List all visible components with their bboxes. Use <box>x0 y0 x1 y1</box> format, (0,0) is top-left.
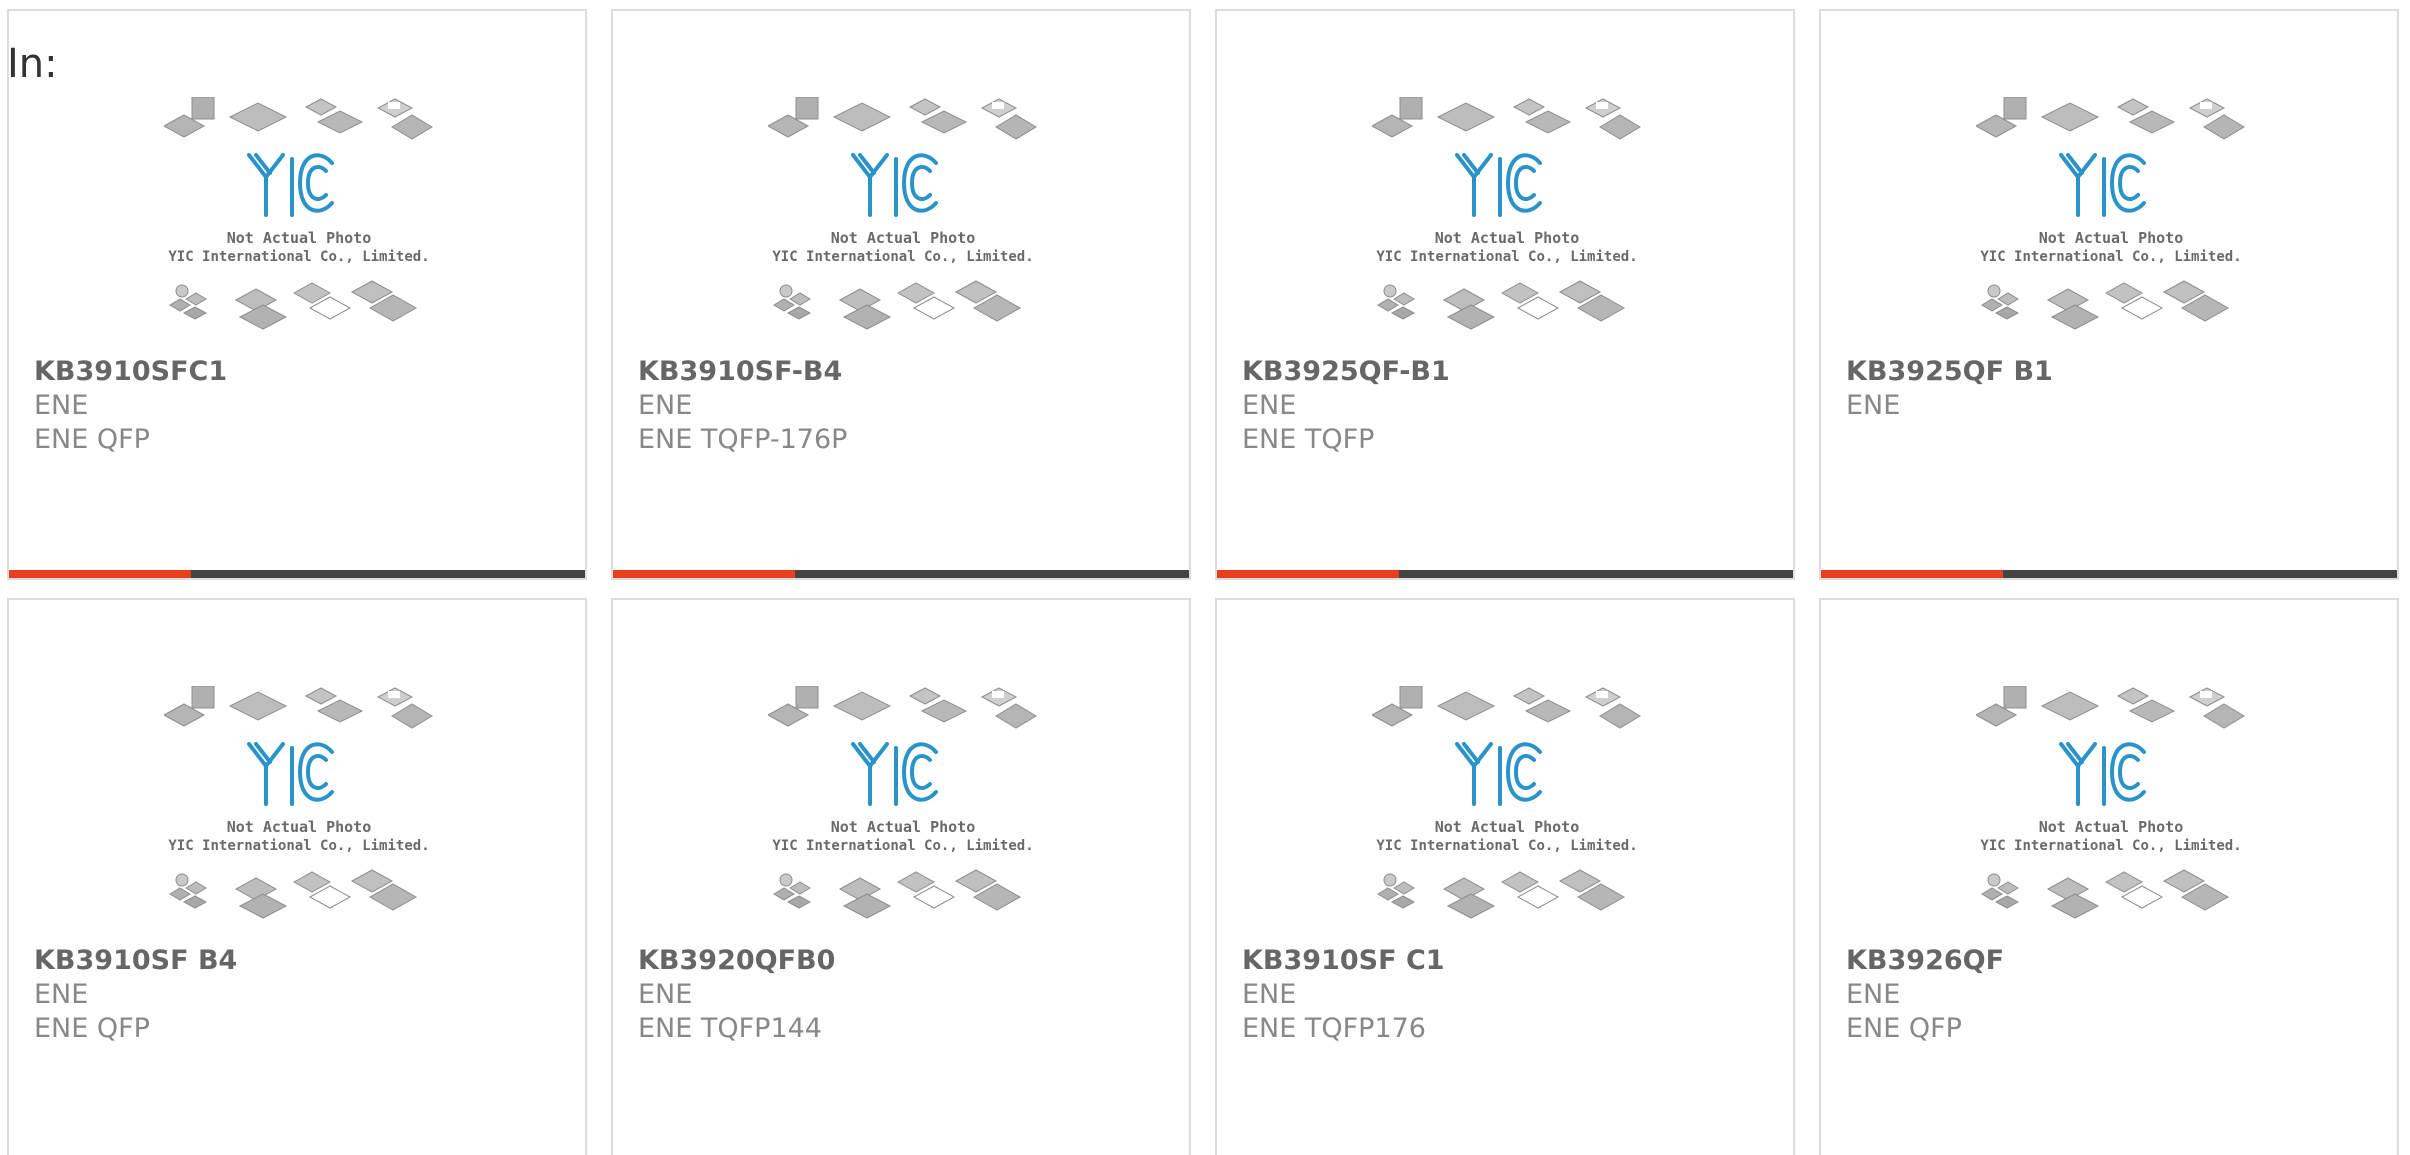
package-type: ENE TQFP176 <box>1242 1013 1426 1044</box>
product-image[interactable]: Not Actual Photo YIC International Co., … <box>768 686 1038 936</box>
brand-name: ENE <box>638 390 693 421</box>
yic-logo <box>1455 153 1542 217</box>
placeholder-caption-line2: YIC International Co., Limited. <box>772 249 1033 265</box>
product-image[interactable]: Not Actual Photo YIC International Co., … <box>164 686 434 936</box>
chip-packages-bottom <box>169 280 418 330</box>
yic-logo <box>1455 742 1542 806</box>
placeholder-caption-line2: YIC International Co., Limited. <box>168 249 429 265</box>
yic-logo <box>2059 742 2146 806</box>
placeholder-caption-line1: Not Actual Photo <box>227 818 372 836</box>
part-number[interactable]: KB3910SF B4 <box>34 944 237 978</box>
brand-name: ENE <box>1242 979 1297 1010</box>
chip-packages-top <box>164 686 433 729</box>
placeholder-caption-line2: YIC International Co., Limited. <box>1376 249 1637 265</box>
product-listing-page: In: Not Actual Photo YIC International C… <box>0 0 2410 1155</box>
part-number[interactable]: KB3910SF-B4 <box>638 355 842 389</box>
brand-name: ENE <box>1846 390 1901 421</box>
chip-packages-top <box>164 97 433 140</box>
card-bar-accent <box>1217 570 1399 578</box>
brand-name: ENE <box>1242 390 1297 421</box>
product-image[interactable]: Not Actual Photo YIC International Co., … <box>1372 686 1642 936</box>
chip-packages-top <box>768 97 1037 140</box>
product-card[interactable]: Not Actual Photo YIC International Co., … <box>7 9 587 580</box>
package-type: ENE QFP <box>34 424 150 455</box>
part-number[interactable]: KB3920QFB0 <box>638 944 835 978</box>
yic-logo <box>247 742 334 806</box>
product-image[interactable]: Not Actual Photo YIC International Co., … <box>768 97 1038 347</box>
product-card[interactable]: Not Actual Photo YIC International Co., … <box>611 9 1191 580</box>
chip-packages-top <box>768 686 1037 729</box>
placeholder-caption-line1: Not Actual Photo <box>1435 818 1580 836</box>
part-number[interactable]: KB3925QF B1 <box>1846 355 2053 389</box>
part-number[interactable]: KB3910SFC1 <box>34 355 227 389</box>
product-card[interactable]: Not Actual Photo YIC International Co., … <box>1215 598 1795 1155</box>
card-bottom-bar <box>9 570 585 578</box>
card-bar-accent <box>613 570 795 578</box>
chip-packages-bottom <box>1377 280 1626 330</box>
product-image[interactable]: Not Actual Photo YIC International Co., … <box>1372 97 1642 347</box>
in-label: In: <box>7 41 58 87</box>
placeholder-caption-line2: YIC International Co., Limited. <box>772 838 1033 854</box>
card-bottom-bar <box>613 570 1189 578</box>
chip-packages-top <box>1372 686 1641 729</box>
product-grid: Not Actual Photo YIC International Co., … <box>7 9 2399 1155</box>
package-type: ENE QFP <box>34 1013 150 1044</box>
part-number[interactable]: KB3926QF <box>1846 944 2004 978</box>
placeholder-caption-line1: Not Actual Photo <box>2039 229 2184 247</box>
product-image[interactable]: Not Actual Photo YIC International Co., … <box>1976 686 2246 936</box>
chip-packages-bottom <box>773 869 1022 919</box>
brand-name: ENE <box>1846 979 1901 1010</box>
placeholder-caption-line1: Not Actual Photo <box>831 818 976 836</box>
package-type: ENE TQFP <box>1242 424 1375 455</box>
placeholder-caption-line1: Not Actual Photo <box>2039 818 2184 836</box>
chip-packages-bottom <box>1377 869 1626 919</box>
product-image[interactable]: Not Actual Photo YIC International Co., … <box>1976 97 2246 347</box>
chip-packages-bottom <box>1981 869 2230 919</box>
chip-packages-bottom <box>773 280 1022 330</box>
placeholder-caption-line1: Not Actual Photo <box>1435 229 1580 247</box>
yic-logo <box>2059 153 2146 217</box>
package-type: ENE TQFP144 <box>638 1013 822 1044</box>
yic-logo <box>851 742 938 806</box>
chip-packages-top <box>1976 686 2245 729</box>
card-bottom-bar <box>1821 570 2397 578</box>
part-number[interactable]: KB3925QF-B1 <box>1242 355 1450 389</box>
placeholder-caption-line2: YIC International Co., Limited. <box>1980 249 2241 265</box>
brand-name: ENE <box>34 979 89 1010</box>
chip-packages-bottom <box>1981 280 2230 330</box>
card-bar-accent <box>1821 570 2003 578</box>
package-type: ENE TQFP-176P <box>638 424 848 455</box>
product-card[interactable]: Not Actual Photo YIC International Co., … <box>1215 9 1795 580</box>
placeholder-caption-line2: YIC International Co., Limited. <box>168 838 429 854</box>
placeholder-caption-line2: YIC International Co., Limited. <box>1980 838 2241 854</box>
placeholder-caption-line2: YIC International Co., Limited. <box>1376 838 1637 854</box>
card-bottom-bar <box>1217 570 1793 578</box>
placeholder-caption-line1: Not Actual Photo <box>227 229 372 247</box>
chip-packages-top <box>1976 97 2245 140</box>
product-card[interactable]: Not Actual Photo YIC International Co., … <box>1819 9 2399 580</box>
product-card[interactable]: Not Actual Photo YIC International Co., … <box>1819 598 2399 1155</box>
product-image[interactable]: Not Actual Photo YIC International Co., … <box>164 97 434 347</box>
yic-logo <box>851 153 938 217</box>
chip-packages-top <box>1372 97 1641 140</box>
brand-name: ENE <box>638 979 693 1010</box>
chip-packages-bottom <box>169 869 418 919</box>
part-number[interactable]: KB3910SF C1 <box>1242 944 1445 978</box>
package-type: ENE QFP <box>1846 1013 1962 1044</box>
placeholder-caption-line1: Not Actual Photo <box>831 229 976 247</box>
yic-logo <box>247 153 334 217</box>
product-card[interactable]: Not Actual Photo YIC International Co., … <box>7 598 587 1155</box>
product-card[interactable]: Not Actual Photo YIC International Co., … <box>611 598 1191 1155</box>
card-bar-accent <box>9 570 191 578</box>
brand-name: ENE <box>34 390 89 421</box>
